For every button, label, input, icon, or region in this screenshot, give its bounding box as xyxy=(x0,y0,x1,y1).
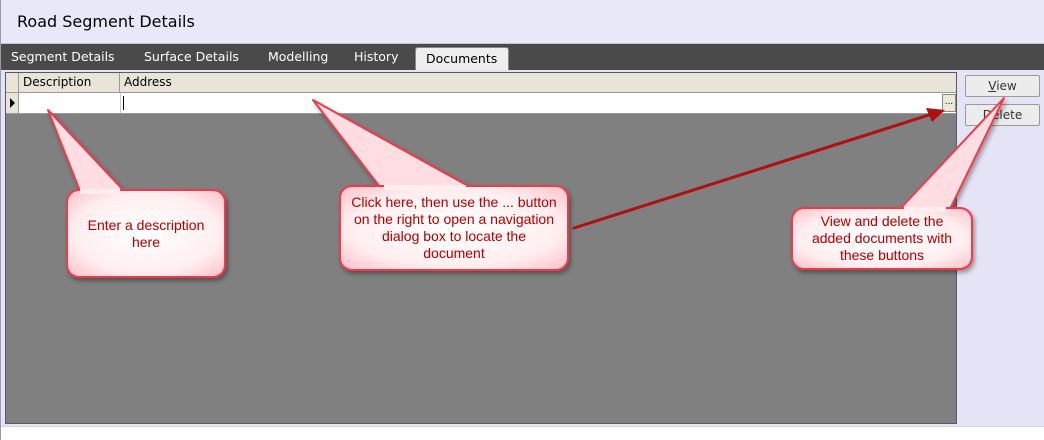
text-caret xyxy=(123,96,124,110)
tab-modelling[interactable]: Modelling xyxy=(258,44,338,70)
view-label-rest: iew xyxy=(996,79,1017,93)
delete-label-rest: elete xyxy=(992,108,1023,122)
callout-address-text: Click here, then use the ... button on t… xyxy=(351,194,557,261)
title-bar: Road Segment Details xyxy=(1,0,1044,44)
tab-surface-details[interactable]: Surface Details xyxy=(134,44,249,70)
row-selector[interactable] xyxy=(6,93,19,113)
column-header-address[interactable]: Address xyxy=(121,73,421,93)
delete-mnemonic: D xyxy=(982,108,993,122)
callout-description-text: Enter a description here xyxy=(87,216,205,250)
view-mnemonic: V xyxy=(988,79,997,93)
browse-button[interactable]: ... xyxy=(942,94,956,112)
current-row-arrow-icon xyxy=(10,98,15,108)
view-button[interactable]: View xyxy=(965,75,1040,97)
delete-button[interactable]: Delete xyxy=(965,104,1040,126)
bottom-strip xyxy=(1,426,1044,440)
grid-corner-cell xyxy=(6,73,19,93)
column-header-description[interactable]: Description xyxy=(20,73,120,93)
grid-header: Description Address xyxy=(6,73,956,93)
tab-documents[interactable]: Documents xyxy=(415,47,509,70)
window-title: Road Segment Details xyxy=(17,12,195,31)
callout-buttons-text: View and delete the added documents with… xyxy=(811,212,953,263)
table-row[interactable]: ... xyxy=(6,93,956,114)
description-cell[interactable] xyxy=(20,93,121,113)
tab-bar: Segment Details Surface Details Modellin… xyxy=(1,44,1044,70)
tab-segment-details[interactable]: Segment Details xyxy=(1,44,125,70)
tab-history[interactable]: History xyxy=(344,44,408,70)
address-cell[interactable] xyxy=(121,93,941,113)
